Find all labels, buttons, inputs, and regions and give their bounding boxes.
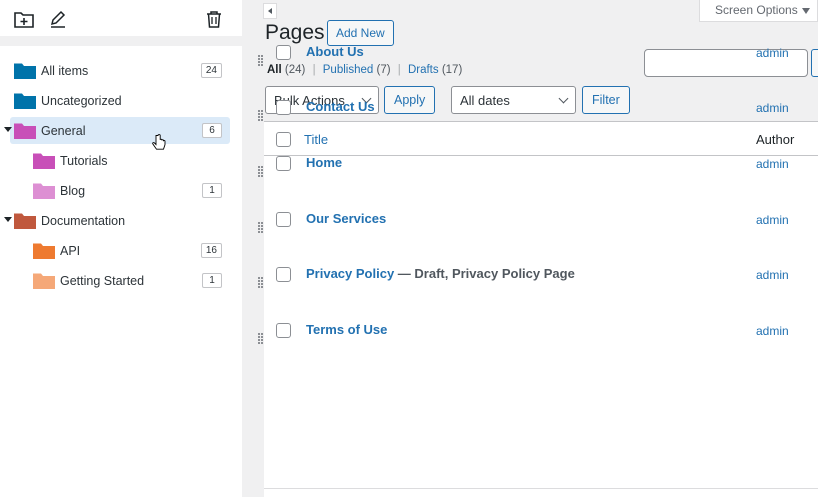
folder-icon	[14, 123, 36, 139]
filter-drafts[interactable]: Drafts (17)	[408, 64, 462, 76]
page-title-link[interactable]: Home	[306, 155, 342, 170]
count-badge: 1	[202, 183, 222, 198]
tree-item-label: All items	[41, 64, 89, 78]
page-title-link[interactable]: Contact Us	[306, 99, 375, 114]
row-checkbox[interactable]	[276, 100, 291, 115]
tree-item-label: Getting Started	[60, 274, 145, 288]
collapse-sidebar-button[interactable]	[263, 3, 277, 19]
tree-item-label: API	[60, 244, 81, 258]
search-button[interactable]	[811, 49, 818, 77]
drag-handle-icon[interactable]	[258, 333, 263, 345]
pencil-icon[interactable]	[47, 8, 69, 30]
filter-button[interactable]: Filter	[582, 86, 630, 114]
column-title[interactable]: Title	[304, 132, 328, 147]
status-filters: All (24) | Published (7) | Drafts (17)	[267, 64, 463, 76]
tree-item-tutorials[interactable]: Tutorials	[10, 147, 230, 174]
hand-cursor-icon	[152, 134, 166, 155]
page-title-link[interactable]: Privacy Policy — Draft, Privacy Policy P…	[306, 266, 575, 281]
drag-handle-icon[interactable]	[258, 277, 263, 289]
folder-icon	[33, 273, 55, 289]
row-checkbox[interactable]	[276, 323, 291, 338]
caret-left-icon	[268, 8, 272, 14]
folder-icon	[14, 213, 36, 229]
author-link[interactable]: admin	[756, 101, 789, 115]
page-title: Pages	[265, 21, 325, 44]
add-new-button[interactable]: Add New	[327, 20, 394, 46]
folder-icon	[14, 93, 36, 109]
caret-down-icon	[801, 7, 810, 14]
folder-plus-icon[interactable]	[13, 8, 35, 30]
folder-icon	[33, 243, 55, 259]
tree-item-label: Blog	[60, 184, 86, 198]
count-badge: 1	[202, 273, 222, 288]
row-state: — Draft, Privacy Policy Page	[394, 266, 575, 281]
folder-tree: All items 24 Uncategorized General 6 Tutorial…	[0, 46, 242, 497]
author-link[interactable]: admin	[756, 213, 789, 227]
folder-toolbar	[0, 0, 242, 36]
page-title-link[interactable]: Terms of Use	[306, 322, 387, 337]
count-badge: 16	[200, 243, 222, 258]
tree-item-label: Documentation	[41, 214, 126, 228]
tree-item-label: General	[41, 124, 86, 138]
tree-item-uncategorized[interactable]: Uncategorized	[10, 87, 230, 114]
author-link[interactable]: admin	[756, 157, 789, 171]
count-badge: 24	[200, 63, 222, 78]
count-badge: 6	[202, 123, 222, 138]
column-author: Author	[756, 132, 795, 147]
drag-handle-icon[interactable]	[258, 166, 263, 178]
caret-down-icon[interactable]	[4, 127, 12, 132]
page-title-link[interactable]: About Us	[306, 44, 364, 59]
tree-item-blog[interactable]: Blog 1	[10, 177, 230, 204]
drag-handle-icon[interactable]	[258, 110, 263, 122]
row-checkbox[interactable]	[276, 212, 291, 227]
folder-icon	[33, 153, 55, 169]
author-link[interactable]: admin	[756, 46, 789, 60]
row-checkbox[interactable]	[276, 267, 291, 282]
tree-item-label: Tutorials	[60, 154, 108, 168]
tree-item-documentation[interactable]: Documentation	[4, 207, 230, 234]
trash-icon[interactable]	[203, 8, 225, 30]
screen-options-button[interactable]: Screen Options	[699, 0, 818, 22]
author-link[interactable]: admin	[756, 268, 789, 282]
caret-down-icon[interactable]	[4, 217, 12, 222]
tree-item-general[interactable]: General 6	[4, 117, 230, 144]
page-title-link[interactable]: Our Services	[306, 211, 386, 226]
tree-item-api[interactable]: API 16	[10, 237, 230, 264]
pages-table: Title Author About Us admin Contact Us admi…	[264, 44, 818, 497]
row-checkbox[interactable]	[276, 156, 291, 171]
tree-item-all-items[interactable]: All items 24	[10, 57, 230, 84]
filter-all[interactable]: All (24)	[267, 64, 305, 76]
folder-icon	[14, 63, 36, 79]
table-header: Title Author	[264, 122, 818, 156]
drag-handle-icon[interactable]	[258, 222, 263, 234]
drag-handle-icon[interactable]	[258, 55, 263, 67]
row-checkbox[interactable]	[276, 45, 291, 60]
chevron-down-icon	[558, 93, 569, 104]
filter-published[interactable]: Published (7)	[323, 64, 391, 76]
folder-icon	[33, 183, 55, 199]
tree-item-getting-started[interactable]: Getting Started 1	[10, 267, 230, 294]
date-filter-select[interactable]: All dates	[451, 86, 576, 114]
apply-button[interactable]: Apply	[384, 86, 436, 114]
tree-item-label: Uncategorized	[41, 94, 122, 108]
select-all-checkbox[interactable]	[276, 132, 291, 147]
author-link[interactable]: admin	[756, 324, 789, 338]
divider	[264, 488, 818, 489]
